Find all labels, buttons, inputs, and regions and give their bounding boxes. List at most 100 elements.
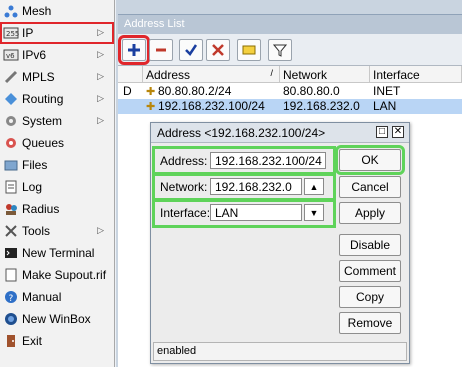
maximize-button[interactable]: □ <box>376 126 388 138</box>
column-header-address[interactable]: Address / <box>143 66 280 83</box>
ip-icon: 255 <box>3 25 19 41</box>
sidebar-item-routing[interactable]: Routing ▷ <box>0 88 114 110</box>
row-address: 80.80.80.2/24 <box>158 84 232 98</box>
filter-icon <box>273 44 287 57</box>
sidebar-item-mpls[interactable]: MPLS ▷ <box>0 66 114 88</box>
remove-button[interactable] <box>149 39 173 61</box>
document-icon <box>3 267 19 283</box>
comment-button[interactable]: Comment <box>339 260 401 282</box>
routing-icon <box>3 91 19 107</box>
mesh-icon <box>3 3 19 19</box>
log-icon <box>3 179 19 195</box>
table-row[interactable]: D ✚ 80.80.80.2/24 80.80.80.0 INET <box>118 84 462 99</box>
sidebar-item-label: Exit <box>22 334 43 348</box>
submenu-arrow-icon: ▷ <box>97 71 104 81</box>
sidebar-item-label: Radius <box>22 202 60 216</box>
comment-button[interactable] <box>237 39 261 61</box>
comment-icon <box>242 45 256 55</box>
sidebar-item-new-terminal[interactable]: New Terminal <box>0 242 114 264</box>
users-icon <box>3 201 19 217</box>
interface-select[interactable]: LAN <box>210 204 302 221</box>
folder-icon <box>3 157 19 173</box>
enable-button[interactable] <box>179 39 203 61</box>
interface-label: Interface: <box>160 206 211 220</box>
sidebar-item-new-winbox[interactable]: New WinBox <box>0 308 114 330</box>
row-network: 192.168.232.0 <box>283 99 360 113</box>
sidebar-item-label: MPLS <box>22 70 55 84</box>
sidebar-item-manual[interactable]: ? Manual <box>0 286 114 308</box>
sidebar-item-label: IP <box>22 26 34 40</box>
row-address: 192.168.232.100/24 <box>158 99 265 113</box>
close-icon: ✕ <box>393 126 403 137</box>
ipv6-icon: v6 <box>3 47 19 63</box>
sidebar-item-tools[interactable]: Tools ▷ <box>0 220 114 242</box>
svg-text:?: ? <box>9 294 14 304</box>
sidebar-item-radius[interactable]: Radius <box>0 198 114 220</box>
cancel-button[interactable]: Cancel <box>339 176 401 198</box>
sidebar-item-label: Queues <box>22 136 65 150</box>
table-row-selected[interactable]: ✚ 192.168.232.100/24 192.168.232.0 LAN <box>118 99 462 114</box>
sort-indicator-icon: / <box>270 68 273 78</box>
row-interface: LAN <box>373 99 397 113</box>
exit-door-icon <box>3 333 19 349</box>
sidebar-item-label: Mesh <box>22 4 52 18</box>
submenu-arrow-icon: ▷ <box>97 49 104 59</box>
sidebar-item-ip[interactable]: 255 IP ▷ <box>0 22 114 44</box>
submenu-arrow-icon: ▷ <box>97 225 104 235</box>
table-header: Address / Network Interface <box>118 66 462 83</box>
column-header-interface[interactable]: Interface <box>370 66 462 83</box>
column-header-network[interactable]: Network <box>280 66 370 83</box>
row-interface: INET <box>373 84 401 98</box>
triangle-up-icon: ▲ <box>309 181 319 192</box>
apply-button[interactable]: Apply <box>339 202 401 224</box>
svg-text:v6: v6 <box>6 52 15 60</box>
add-icon <box>128 44 140 56</box>
sidebar-item-log[interactable]: Log <box>0 176 114 198</box>
svg-text:255: 255 <box>6 30 19 38</box>
winbox-icon <box>3 311 19 327</box>
remove-icon <box>156 48 166 52</box>
ok-button[interactable]: OK <box>335 145 405 175</box>
sidebar-item-mesh[interactable]: Mesh <box>0 0 114 22</box>
row-network: 80.80.80.0 <box>283 84 340 98</box>
sidebar-item-make-supout[interactable]: Make Supout.rif <box>0 264 114 286</box>
close-button[interactable]: ✕ <box>392 126 404 138</box>
disable-button[interactable] <box>206 39 230 61</box>
terminal-icon <box>3 245 19 261</box>
address-icon: ✚ <box>146 86 156 98</box>
add-button[interactable] <box>118 35 150 65</box>
mpls-icon <box>3 69 19 85</box>
submenu-arrow-icon: ▷ <box>97 27 104 37</box>
window-title: Address List <box>118 14 462 34</box>
address-icon: ✚ <box>146 101 156 113</box>
submenu-arrow-icon: ▷ <box>97 115 104 125</box>
submenu-arrow-icon: ▷ <box>97 93 104 103</box>
filter-button[interactable] <box>268 39 292 61</box>
row-flag: D <box>123 84 132 98</box>
sidebar-item-label: Make Supout.rif <box>22 268 107 282</box>
address-input[interactable]: 192.168.232.100/24 <box>210 152 326 169</box>
sidebar-item-label: IPv6 <box>22 48 47 62</box>
sidebar-item-ipv6[interactable]: v6 IPv6 ▷ <box>0 44 114 66</box>
sidebar-item-files[interactable]: Files <box>0 154 114 176</box>
tools-icon <box>3 223 19 239</box>
network-input[interactable]: 192.168.232.0 <box>210 178 302 195</box>
copy-button[interactable]: Copy <box>339 286 401 308</box>
queues-icon <box>3 135 19 151</box>
network-toggle-button[interactable]: ▲ <box>304 178 324 195</box>
sidebar-item-label: New Terminal <box>22 246 95 260</box>
disable-button[interactable]: Disable <box>339 234 401 256</box>
sidebar-item-exit[interactable]: Exit <box>0 330 114 352</box>
sidebar-item-label: New WinBox <box>22 312 91 326</box>
chevron-down-icon: ▼ <box>309 207 319 218</box>
remove-button[interactable]: Remove <box>339 312 401 334</box>
dialog-title: Address <192.168.232.100/24> <box>151 123 409 143</box>
interface-dropdown-button[interactable]: ▼ <box>304 204 324 221</box>
sidebar-item-queues[interactable]: Queues <box>0 132 114 154</box>
address-edit-dialog: Address <192.168.232.100/24> □ ✕ Address… <box>150 122 410 364</box>
maximize-icon: □ <box>378 126 386 137</box>
sidebar-item-system[interactable]: System ▷ <box>0 110 114 132</box>
checkmark-icon <box>185 44 198 56</box>
address-label: Address: <box>160 154 208 168</box>
help-icon: ? <box>3 289 19 305</box>
